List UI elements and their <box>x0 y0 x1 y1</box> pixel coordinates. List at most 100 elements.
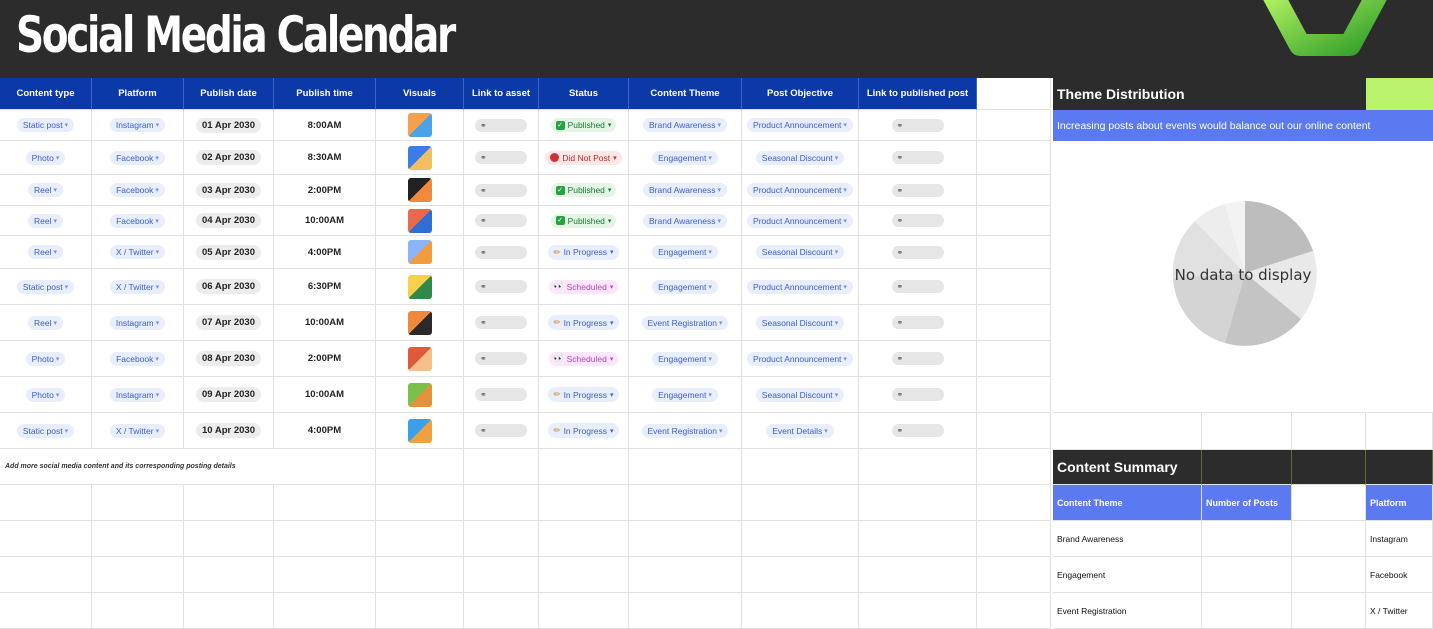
status-dropdown[interactable]: ✏ In Progress ▾ <box>548 423 619 438</box>
publish-date[interactable]: 06 Apr 2030 <box>196 279 261 294</box>
content-theme-dropdown[interactable]: Brand Awareness ▾ <box>643 213 727 228</box>
summary-count-cell[interactable] <box>1202 557 1292 593</box>
column-header[interactable]: Content Theme <box>629 78 742 110</box>
status-dropdown[interactable]: ✏ In Progress ▾ <box>548 315 619 330</box>
content-theme-dropdown[interactable]: Engagement ▾ <box>652 351 718 366</box>
visual-thumbnail[interactable] <box>407 178 432 202</box>
asset-link-chip[interactable]: ⚭ <box>475 424 527 437</box>
asset-link-chip[interactable]: ⚭ <box>475 245 527 259</box>
platform-dropdown[interactable]: Facebook ▾ <box>110 150 165 165</box>
column-header[interactable]: Status <box>539 78 629 110</box>
post-objective-dropdown[interactable]: Seasonal Discount ▾ <box>755 245 845 259</box>
empty-cell[interactable] <box>977 449 1051 485</box>
empty-cell[interactable] <box>376 521 464 557</box>
platform-dropdown[interactable]: X / Twitter ▾ <box>109 245 166 259</box>
asset-link-chip[interactable]: ⚭ <box>475 214 527 227</box>
published-link-chip[interactable]: ⚭ <box>891 424 944 437</box>
asset-link-chip[interactable]: ⚭ <box>475 388 527 401</box>
empty-cell[interactable] <box>742 521 859 557</box>
publish-date[interactable]: 04 Apr 2030 <box>196 213 261 228</box>
publish-date[interactable]: 01 Apr 2030 <box>196 117 261 133</box>
empty-cell[interactable] <box>274 521 376 557</box>
empty-cell[interactable] <box>0 485 92 521</box>
content-theme-dropdown[interactable]: Engagement ▾ <box>652 279 718 294</box>
content-type-dropdown[interactable]: Photo ▾ <box>25 387 66 402</box>
content-type-dropdown[interactable]: Static post ▾ <box>16 279 75 294</box>
content-type-dropdown[interactable]: Photo ▾ <box>25 150 66 165</box>
empty-cell[interactable] <box>977 521 1051 557</box>
content-type-dropdown[interactable]: Reel ▾ <box>28 315 63 330</box>
empty-cell[interactable] <box>0 521 92 557</box>
published-link-chip[interactable]: ⚭ <box>891 280 944 293</box>
platform-dropdown[interactable]: X / Twitter ▾ <box>109 423 166 438</box>
empty-cell[interactable] <box>977 557 1051 593</box>
asset-link-chip[interactable]: ⚭ <box>475 316 527 329</box>
content-type-dropdown[interactable]: Static post ▾ <box>16 423 75 438</box>
visual-thumbnail[interactable] <box>407 240 432 264</box>
content-type-dropdown[interactable]: Reel ▾ <box>28 213 63 228</box>
content-theme-dropdown[interactable]: Event Registration ▾ <box>641 423 729 438</box>
platform-dropdown[interactable]: X / Twitter ▾ <box>109 279 166 294</box>
status-dropdown[interactable]: 👀 Scheduled ▾ <box>548 351 619 366</box>
publish-date[interactable]: 02 Apr 2030 <box>196 150 261 165</box>
status-dropdown[interactable]: ✓ Published ▾ <box>550 118 617 132</box>
platform-dropdown[interactable]: Facebook ▾ <box>110 183 165 197</box>
empty-cell[interactable] <box>539 485 629 521</box>
empty-cell[interactable] <box>859 557 977 593</box>
empty-cell[interactable] <box>539 521 629 557</box>
visual-thumbnail[interactable] <box>407 418 432 443</box>
column-header[interactable]: Link to asset <box>464 78 539 110</box>
published-link-chip[interactable]: ⚭ <box>891 316 944 329</box>
platform-dropdown[interactable]: Instagram ▾ <box>109 315 166 330</box>
empty-cell[interactable] <box>742 449 859 485</box>
empty-cell[interactable] <box>464 485 539 521</box>
empty-cell[interactable] <box>464 557 539 593</box>
column-header[interactable]: Post Objective <box>742 78 859 110</box>
content-theme-dropdown[interactable]: Engagement ▾ <box>652 150 718 165</box>
publish-date[interactable]: 09 Apr 2030 <box>196 387 261 402</box>
empty-cell[interactable] <box>539 557 629 593</box>
empty-cell[interactable] <box>376 557 464 593</box>
post-objective-dropdown[interactable]: Product Announcement ▾ <box>747 118 853 132</box>
published-link-chip[interactable]: ⚭ <box>891 388 944 401</box>
empty-cell[interactable] <box>274 557 376 593</box>
published-link-chip[interactable]: ⚭ <box>891 352 944 365</box>
published-link-chip[interactable]: ⚭ <box>891 118 944 132</box>
empty-cell[interactable] <box>92 521 184 557</box>
empty-cell[interactable] <box>629 485 742 521</box>
post-objective-dropdown[interactable]: Product Announcement ▾ <box>747 279 853 294</box>
platform-dropdown[interactable]: Facebook ▾ <box>110 351 165 366</box>
status-dropdown[interactable]: ✓ Published ▾ <box>550 213 617 228</box>
status-dropdown[interactable]: ✏ In Progress ▾ <box>548 387 619 402</box>
publish-date[interactable]: 10 Apr 2030 <box>196 423 261 438</box>
platform-dropdown[interactable]: Facebook ▾ <box>110 213 165 228</box>
content-type-dropdown[interactable]: Static post ▾ <box>16 118 75 132</box>
asset-link-chip[interactable]: ⚭ <box>475 280 527 293</box>
empty-cell[interactable] <box>184 485 274 521</box>
empty-cell[interactable] <box>92 557 184 593</box>
empty-cell[interactable] <box>464 449 539 485</box>
post-objective-dropdown[interactable]: Product Announcement ▾ <box>747 351 853 366</box>
platform-dropdown[interactable]: Instagram ▾ <box>109 118 166 132</box>
published-link-chip[interactable]: ⚭ <box>891 245 944 259</box>
status-dropdown[interactable]: 👀 Scheduled ▾ <box>548 279 619 294</box>
summary-count-cell[interactable] <box>1202 521 1292 557</box>
asset-link-chip[interactable]: ⚭ <box>475 183 527 197</box>
empty-cell[interactable] <box>539 449 629 485</box>
empty-cell[interactable] <box>977 485 1051 521</box>
empty-cell[interactable] <box>464 521 539 557</box>
published-link-chip[interactable]: ⚭ <box>891 151 944 164</box>
asset-link-chip[interactable]: ⚭ <box>475 352 527 365</box>
empty-cell[interactable] <box>859 485 977 521</box>
content-theme-dropdown[interactable]: Brand Awareness ▾ <box>643 183 727 197</box>
empty-cell[interactable] <box>376 449 464 485</box>
visual-thumbnail[interactable] <box>407 208 432 233</box>
empty-cell[interactable] <box>92 485 184 521</box>
visual-thumbnail[interactable] <box>407 113 432 137</box>
visual-thumbnail[interactable] <box>407 274 432 299</box>
column-header[interactable]: Content type <box>0 78 92 110</box>
empty-cell[interactable] <box>859 449 977 485</box>
content-type-dropdown[interactable]: Photo ▾ <box>25 351 66 366</box>
empty-cell[interactable] <box>629 449 742 485</box>
asset-link-chip[interactable]: ⚭ <box>475 118 527 132</box>
